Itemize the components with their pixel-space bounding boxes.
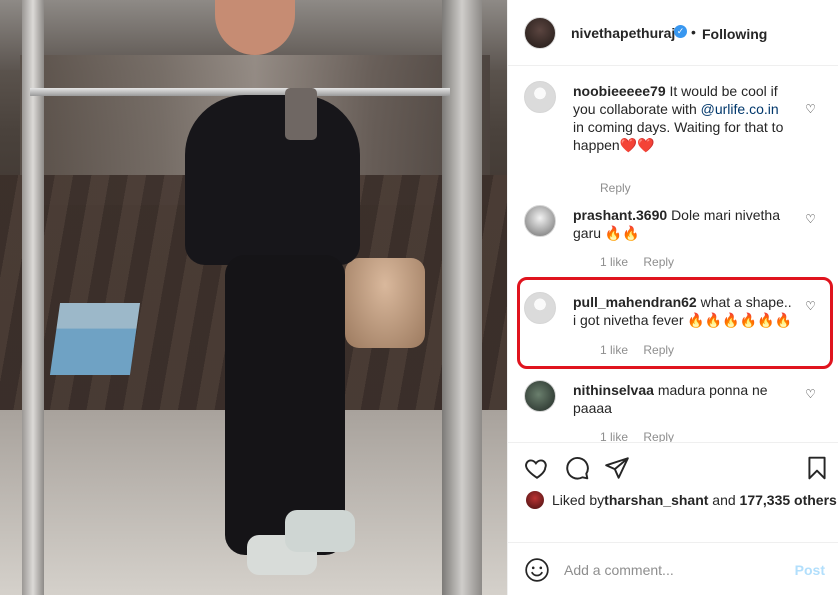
photo-phone (285, 88, 317, 140)
comment-like-heart-icon[interactable]: ♡ (804, 103, 817, 116)
commenter-avatar[interactable] (524, 81, 556, 113)
comment-input[interactable]: Add a comment... (564, 562, 674, 578)
header-separator: • (691, 24, 696, 40)
bookmark-icon[interactable] (804, 455, 830, 481)
likes-summary: Liked by tharshan_shant and 177,335 othe… (526, 491, 837, 509)
comments-list[interactable]: noobieeeee79 It would be cool if you col… (508, 67, 838, 442)
reply-button[interactable]: Reply (643, 430, 674, 442)
comment-text: prashant.3690 Dole mari nivetha garu 🔥🔥 (573, 206, 793, 242)
comment-meta: 1 like Reply (600, 255, 686, 269)
photo-hoodie (185, 95, 360, 265)
liker-username[interactable]: tharshan_shant (604, 492, 708, 508)
post-photo[interactable] (0, 0, 507, 595)
photo-cap (215, 0, 295, 55)
commenter-avatar[interactable] (524, 205, 556, 237)
post-header: nivethapethuraj ✓ • Following (508, 0, 838, 66)
smiley-icon[interactable] (524, 557, 550, 583)
comment-like-heart-icon[interactable]: ♡ (804, 388, 817, 401)
comment-meta: 1 like Reply (600, 430, 686, 442)
speech-bubble-icon[interactable] (564, 455, 590, 481)
post-sidebar: nivethapethuraj ✓ • Following noobieeeee… (507, 0, 838, 595)
author-avatar[interactable] (524, 17, 556, 49)
following-button[interactable]: Following (702, 26, 767, 42)
commenter-handle[interactable]: nithinselvaa (573, 382, 654, 398)
paper-plane-icon[interactable] (604, 455, 630, 481)
comment-like-count[interactable]: 1 like (600, 255, 628, 269)
likes-prefix: Liked by (552, 492, 605, 508)
post-comment-button[interactable]: Post (795, 562, 825, 578)
likes-connector: and (708, 492, 740, 508)
reply-button[interactable]: Reply (600, 181, 631, 195)
comment-body: in coming days. Waiting for that to happ… (573, 119, 784, 153)
comment-like-heart-icon[interactable]: ♡ (804, 213, 817, 226)
comment-text: noobieeeee79 It would be cool if you col… (573, 82, 793, 154)
commenter-handle[interactable]: prashant.3690 (573, 207, 667, 223)
post-actions: Liked by tharshan_shant and 177,335 othe… (508, 442, 838, 542)
commenter-handle[interactable]: noobieeeee79 (573, 83, 666, 99)
verified-badge-icon: ✓ (674, 25, 687, 38)
comment-text: nithinselvaa madura ponna ne paaaa (573, 381, 793, 417)
highlight-box (517, 277, 833, 369)
reply-button[interactable]: Reply (643, 255, 674, 269)
add-comment-bar: Add a comment... Post (508, 542, 838, 595)
commenter-avatar[interactable] (524, 380, 556, 412)
photo-shoe (285, 510, 355, 552)
heart-outline-icon[interactable] (524, 455, 550, 481)
comment-mention-link[interactable]: @urlife.co.in (701, 101, 779, 117)
likes-count[interactable]: 177,335 others (740, 492, 837, 508)
comment-meta: Reply (600, 181, 643, 195)
photo-step-platform (49, 303, 141, 375)
comment-like-count[interactable]: 1 like (600, 430, 628, 442)
author-username[interactable]: nivethapethuraj (571, 25, 675, 41)
photo-person (185, 0, 375, 595)
liker-avatar[interactable] (526, 491, 544, 509)
